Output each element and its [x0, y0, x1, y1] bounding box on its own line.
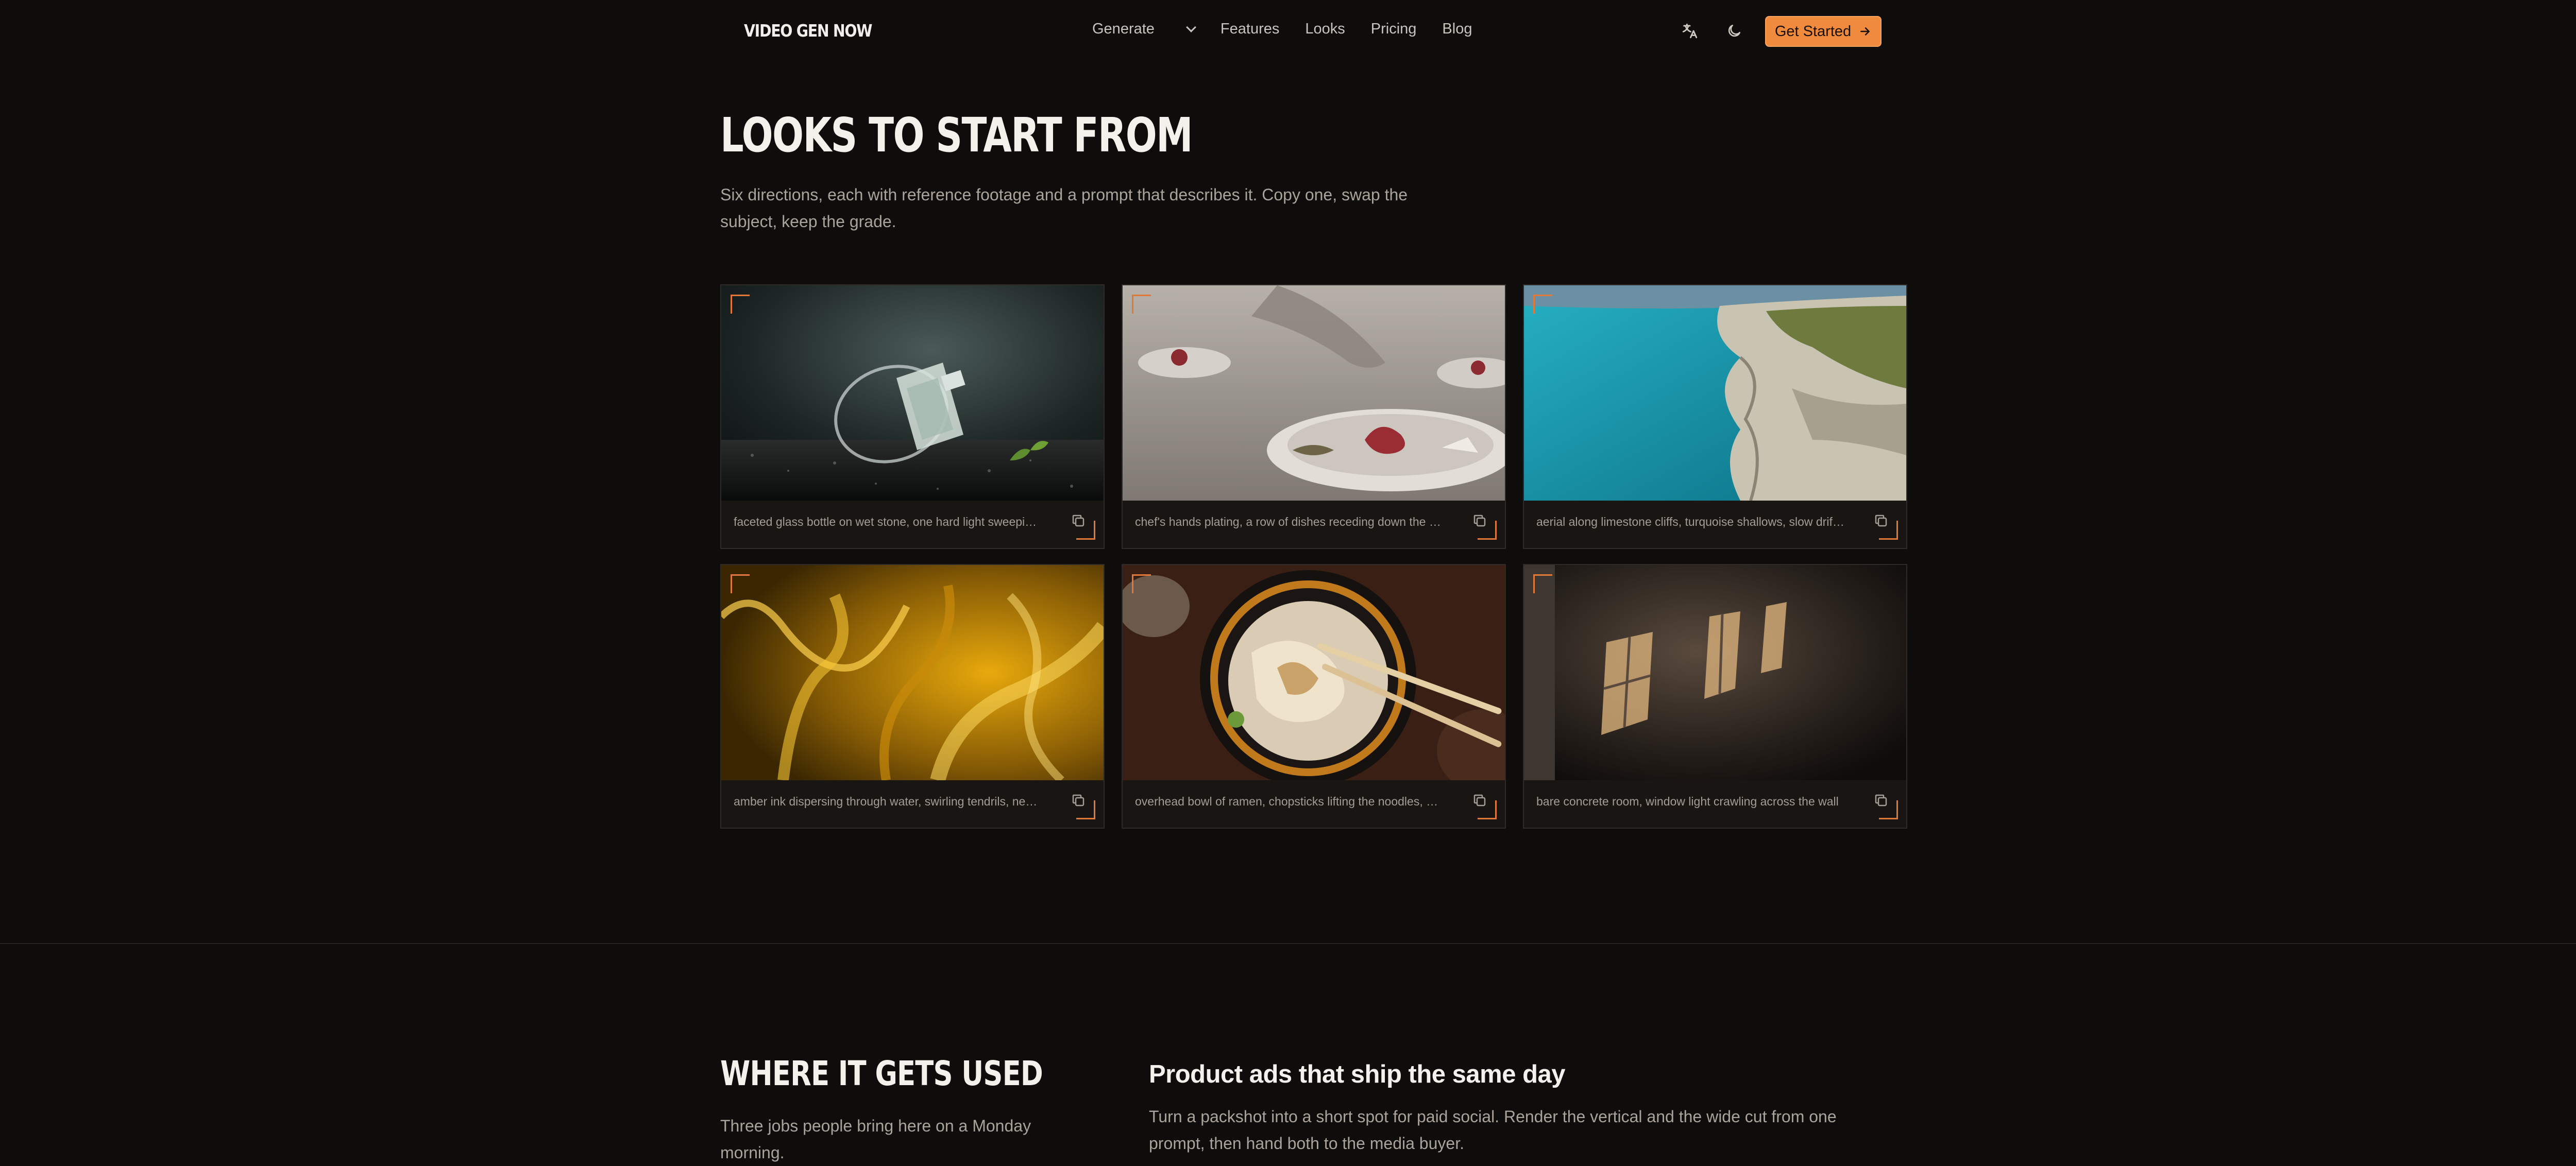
frame-corner [1132, 295, 1151, 314]
use-case-title: Product ads that ship the same day [1149, 1060, 1566, 1088]
nav-item-pricing[interactable]: Pricing [1371, 21, 1417, 38]
frame-corner [1879, 800, 1898, 819]
look-prompt: aerial along limestone cliffs, turquoise… [1536, 515, 1845, 528]
look-card[interactable]: faceted glass bottle on wet stone, one h… [720, 284, 1105, 549]
nav-item-looks[interactable]: Looks [1305, 21, 1345, 38]
frame-corner [731, 295, 750, 314]
frame-corner [1132, 574, 1151, 593]
frame-corner [1879, 521, 1898, 540]
page-title: LOOKS TO START FROM [720, 108, 1193, 163]
frame-corner [731, 574, 750, 593]
look-thumbnail-chef-plating [1123, 285, 1505, 501]
look-card[interactable]: amber ink dispersing through water, swir… [720, 564, 1105, 829]
nav-item-blog[interactable]: Blog [1442, 21, 1472, 38]
look-thumbnail-amber-ink [721, 565, 1104, 780]
use-case-body: Turn a packshot into a short spot for pa… [1149, 1107, 1837, 1153]
look-card[interactable]: bare concrete room, window light crawlin… [1523, 564, 1907, 829]
nav-item-generate-label: Generate [1092, 21, 1155, 37]
look-prompt: bare concrete room, window light crawlin… [1536, 795, 1839, 808]
look-thumbnail-glass-bottle [721, 285, 1104, 501]
main-menu: Generate Features Looks Pricing Blog [1092, 21, 1472, 38]
theme-toggle-button[interactable] [1721, 18, 1748, 44]
look-thumbnail-ramen-bowl [1123, 565, 1505, 780]
nav-item-features[interactable]: Features [1221, 21, 1279, 38]
look-thumbnail-limestone-cliffs [1524, 285, 1906, 501]
get-started-label: Get Started [1774, 23, 1852, 40]
chevron-down-icon [1186, 22, 1196, 32]
look-prompt: faceted glass bottle on wet stone, one h… [734, 515, 1043, 528]
frame-corner [1478, 521, 1497, 540]
frame-corner [1533, 295, 1552, 314]
look-prompt: amber ink dispersing through water, swir… [734, 795, 1043, 808]
top-nav: VIDEO GEN NOW Generate Features Looks Pr… [0, 0, 2576, 63]
section-title: WHERE IT GETS USED [720, 1054, 1043, 1093]
logo[interactable]: VIDEO GEN NOW [744, 21, 872, 41]
look-card[interactable]: overhead bowl of ramen, chopsticks lifti… [1122, 564, 1506, 829]
frame-corner [1076, 800, 1095, 819]
look-prompt: chef's hands plating, a row of dishes re… [1135, 515, 1444, 528]
moon-icon [1728, 25, 1740, 37]
frame-corner [1533, 574, 1552, 593]
page-subtitle: Six directions, each with reference foot… [720, 185, 1408, 231]
section-subtitle: Three jobs people bring here on a Monday… [720, 1117, 1031, 1162]
arrow-right-icon [1860, 27, 1870, 36]
look-prompt: overhead bowl of ramen, chopsticks lifti… [1135, 795, 1444, 808]
nav-item-generate[interactable]: Generate [1092, 21, 1196, 38]
language-button[interactable] [1676, 18, 1703, 44]
section-divider [0, 943, 2576, 944]
look-thumbnail-concrete-room [1524, 565, 1906, 780]
frame-corner [1076, 521, 1095, 540]
get-started-button[interactable]: Get Started [1765, 16, 1882, 47]
translate-icon [1682, 23, 1698, 39]
look-card[interactable]: aerial along limestone cliffs, turquoise… [1523, 284, 1907, 549]
frame-corner [1478, 800, 1497, 819]
look-card[interactable]: chef's hands plating, a row of dishes re… [1122, 284, 1506, 549]
